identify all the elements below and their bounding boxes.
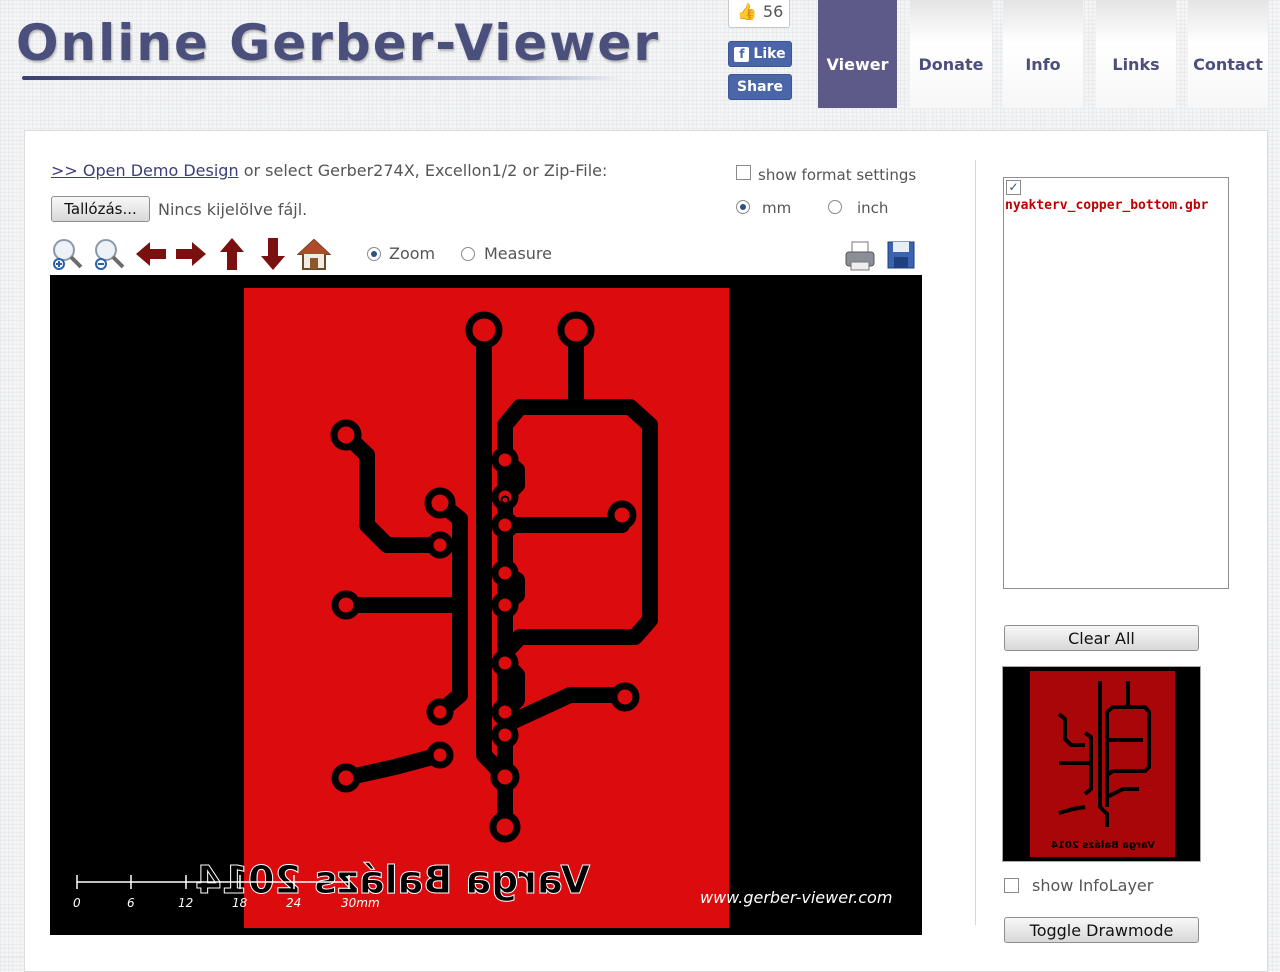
arrow-left-icon[interactable] (134, 236, 168, 272)
file-select-row: >> Open Demo Design or select Gerber274X… (51, 161, 607, 180)
tab-contact[interactable]: Contact (1188, 0, 1268, 108)
preview-render: Varga Balázs 2014 (1030, 671, 1175, 857)
select-file-hint: or select Gerber274X, Excellon1/2 or Zip… (243, 161, 608, 180)
tab-links[interactable]: Links (1096, 0, 1176, 108)
tab-donate[interactable]: Donate (910, 0, 992, 108)
scale-label: 0 (73, 896, 81, 910)
facebook-like-count: 👍 56 (728, 0, 790, 28)
like-label: Like (753, 46, 786, 62)
home-icon[interactable] (296, 236, 332, 272)
save-icon[interactable] (886, 238, 920, 274)
scale-label: 12 (178, 896, 193, 910)
browse-button[interactable]: Tallózás... (51, 196, 150, 222)
show-format-settings-label: show format settings (758, 166, 917, 184)
thumbs-up-icon: 👍 (737, 1, 757, 21)
share-label: Share (737, 79, 783, 95)
unit-mm-label: mm (762, 199, 792, 217)
scale-label: 6 (127, 896, 135, 910)
measure-mode-label: Measure (484, 244, 552, 263)
tab-info[interactable]: Info (1003, 0, 1083, 108)
zoom-out-icon[interactable] (92, 236, 126, 272)
zoom-mode-radio[interactable] (367, 247, 381, 261)
facebook-like-button[interactable]: f Like (728, 41, 792, 67)
toggle-drawmode-button[interactable]: Toggle Drawmode (1004, 917, 1199, 943)
arrow-down-icon[interactable] (256, 236, 290, 272)
show-infolayer-checkbox[interactable] (1004, 878, 1019, 893)
arrow-right-icon[interactable] (174, 236, 208, 272)
layer-visibility-checkbox[interactable]: ✓ (1006, 180, 1021, 195)
arrow-up-icon[interactable] (215, 236, 249, 272)
no-file-text: Nincs kijelölve fájl. (158, 200, 308, 219)
open-demo-link[interactable]: >> Open Demo Design (51, 161, 239, 180)
column-divider (975, 160, 976, 925)
logo-underline (22, 76, 622, 80)
facebook-share-button[interactable]: Share (728, 74, 792, 100)
facebook-icon: f (734, 46, 750, 62)
scale-label: 24 (286, 896, 301, 910)
gerber-viewer-canvas[interactable]: Varga Balázs 2014 www.gerber-viewer.com … (50, 275, 922, 935)
show-infolayer-label: show InfoLayer (1032, 876, 1154, 895)
board-text: Varga Balázs 2014 (195, 858, 590, 902)
tab-viewer[interactable]: Viewer (818, 0, 897, 108)
clear-all-button[interactable]: Clear All (1004, 625, 1199, 651)
site-logo: Online Gerber-Viewer (16, 14, 661, 72)
unit-mm-radio[interactable] (736, 200, 750, 214)
preview-board-text: Varga Balázs 2014 (1051, 839, 1155, 851)
like-count-value: 56 (762, 1, 784, 21)
measure-mode-radio[interactable] (461, 247, 475, 261)
show-format-settings-checkbox[interactable] (736, 165, 751, 180)
print-icon[interactable] (844, 238, 878, 274)
layer-name[interactable]: nyakterv_copper_bottom.gbr (1005, 198, 1209, 213)
unit-inch-label: inch (857, 199, 889, 217)
unit-inch-radio[interactable] (828, 200, 842, 214)
preview-thumbnail[interactable]: Varga Balázs 2014 (1002, 666, 1201, 862)
layer-list (1003, 177, 1229, 589)
scale-label: 18 (232, 896, 248, 910)
pcb-render: Varga Balázs 2014 www.gerber-viewer.com … (73, 288, 892, 928)
watermark-text: www.gerber-viewer.com (700, 888, 892, 907)
zoom-mode-label: Zoom (389, 244, 436, 263)
scale-label: 30mm (341, 896, 380, 910)
zoom-in-icon[interactable] (50, 236, 84, 272)
